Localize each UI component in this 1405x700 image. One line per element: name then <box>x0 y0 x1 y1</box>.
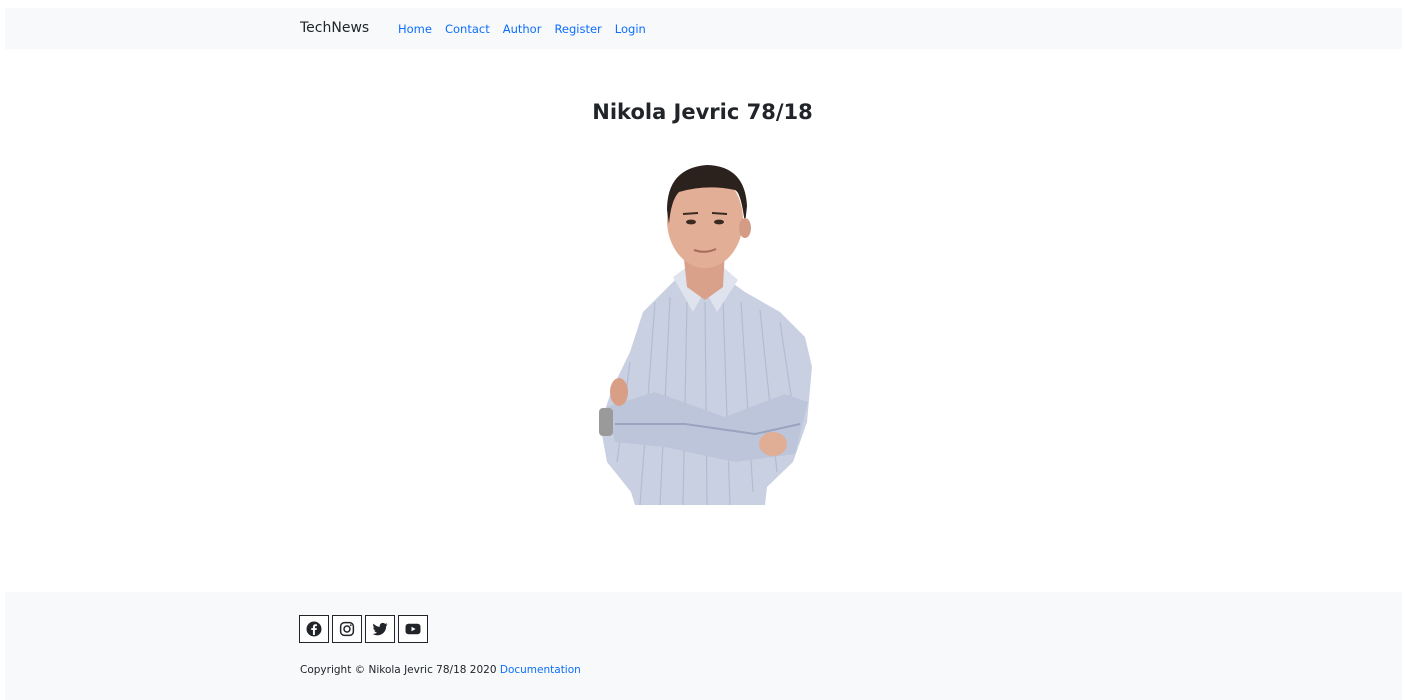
twitter-button[interactable] <box>365 615 395 643</box>
page-title: Nikola Jevric 78/18 <box>592 100 813 124</box>
footer: Copyright © Nikola Jevric 78/18 2020 Doc… <box>5 592 1402 700</box>
social-links <box>299 615 428 643</box>
nav-link-author[interactable]: Author <box>503 22 542 36</box>
instagram-icon <box>338 620 356 638</box>
youtube-icon <box>404 620 422 638</box>
nav-link-home[interactable]: Home <box>398 22 432 36</box>
nav-link-login[interactable]: Login <box>615 22 646 36</box>
copyright-text: Copyright © Nikola Jevric 78/18 2020 Doc… <box>300 664 581 676</box>
author-photo <box>595 162 817 506</box>
nav-link-register[interactable]: Register <box>554 22 601 36</box>
copyright-label: Copyright © Nikola Jevric 78/18 2020 <box>300 664 497 676</box>
nav-link-contact[interactable]: Contact <box>445 22 490 36</box>
youtube-button[interactable] <box>398 615 428 643</box>
instagram-button[interactable] <box>332 615 362 643</box>
twitter-icon <box>371 620 389 638</box>
brand-link[interactable]: TechNews <box>300 20 369 36</box>
documentation-link[interactable]: Documentation <box>500 664 581 676</box>
navbar: TechNews Home Contact Author Register Lo… <box>5 8 1402 49</box>
nav-links: Home Contact Author Register Login <box>398 22 646 36</box>
page: TechNews Home Contact Author Register Lo… <box>0 0 1405 700</box>
facebook-icon <box>305 620 323 638</box>
facebook-button[interactable] <box>299 615 329 643</box>
